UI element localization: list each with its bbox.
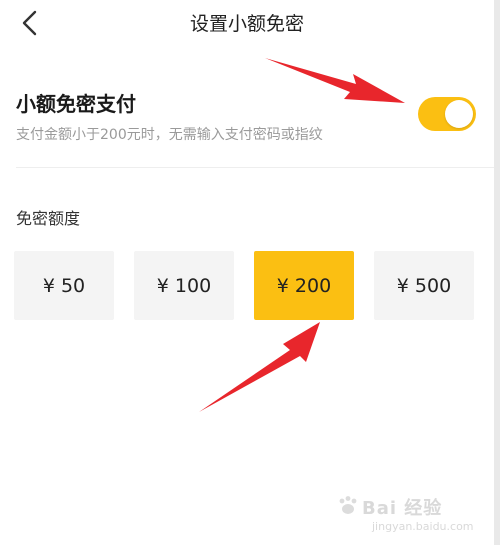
annotation-arrows: [199, 58, 405, 412]
watermark-brand: Bai 经验: [362, 498, 443, 519]
annotation-arrow-to-toggle: [265, 58, 405, 103]
watermark: Bai 经验 jingyan.baidu.com: [336, 490, 486, 540]
right-edge-strip: [494, 0, 500, 545]
annotation-arrow-to-200: [199, 322, 320, 412]
paw-icon: [339, 496, 357, 514]
watermark-url: jingyan.baidu.com: [372, 520, 474, 533]
